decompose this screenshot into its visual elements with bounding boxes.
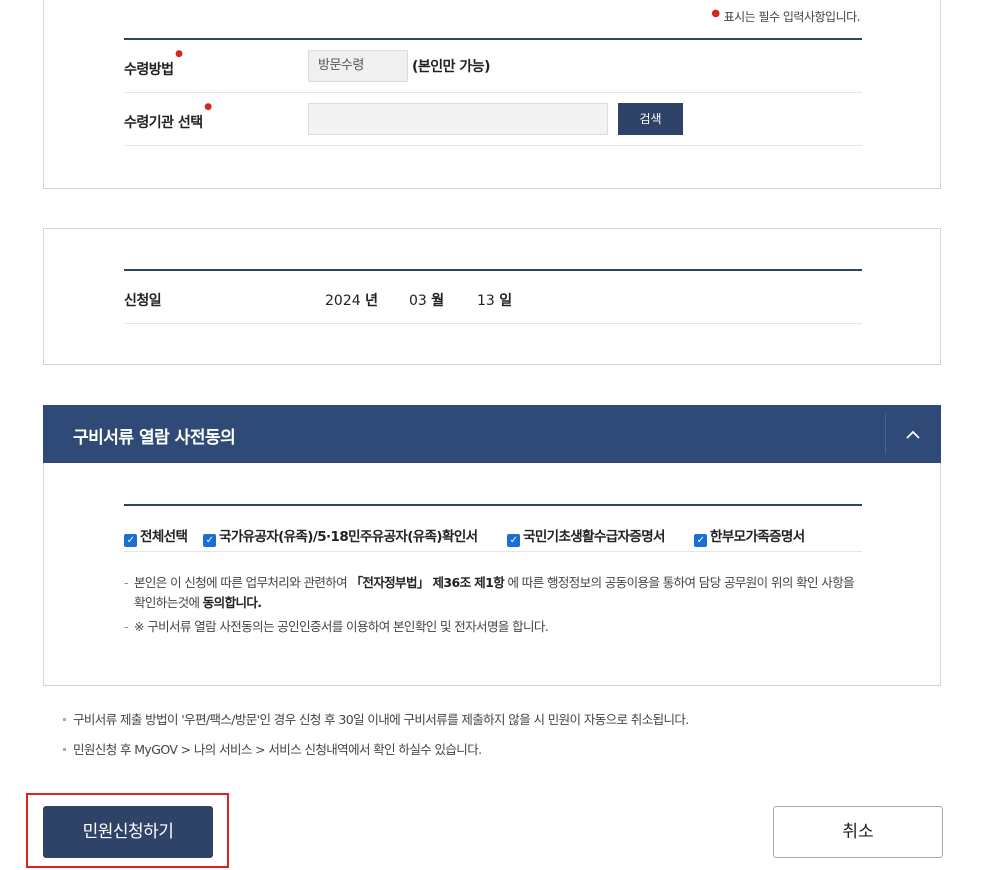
checkbox-checked-icon[interactable]: ✓ xyxy=(507,534,520,547)
checkbox-select-all[interactable]: ✓ 전체선택 xyxy=(124,525,188,547)
search-button[interactable]: 검색 xyxy=(618,103,683,135)
application-date-row: 신청일 2024 년 03 월 13 일 xyxy=(124,271,862,324)
document-checkbox-row: ✓ 전체선택 ✓ 국가유공자(유족)/5·18민주유공자(유족)확인서 ✓ 국민기초생… xyxy=(124,506,862,552)
receipt-method-label: 수령방법 ● xyxy=(124,49,183,79)
date-year: 2024 년 xyxy=(325,290,378,310)
date-month-value: 03 xyxy=(409,293,427,309)
law-reference: 「전자정부법」 제36조 제1항 xyxy=(350,575,505,590)
consent-note-2: ※ 구비서류 열람 사전동의는 공인인증서를 이용하여 본인확인 및 전자서명을… xyxy=(124,617,862,637)
institution-label: 수령기관 선택 ● xyxy=(124,102,212,132)
date-day: 13 일 xyxy=(477,290,512,310)
institution-row: 수령기관 선택 ● 검색 xyxy=(124,93,862,146)
bottom-note-item: 민원신청 후 MyGOV > 나의 서비스 > 서비스 신청내역에서 확인 하실… xyxy=(63,740,689,760)
bottom-note-item: 구비서류 제출 방법이 '우편/팩스/방문'인 경우 신청 후 30일 이내에 … xyxy=(63,710,689,730)
application-date-section: 신청일 2024 년 03 월 13 일 xyxy=(43,228,941,365)
checkbox-label: 한부모가족증명서 xyxy=(710,529,805,545)
date-month-unit: 월 xyxy=(431,293,445,309)
checkbox-checked-icon[interactable]: ✓ xyxy=(203,534,216,547)
checkbox-merit-certificate[interactable]: ✓ 국가유공자(유족)/5·18민주유공자(유족)확인서 xyxy=(203,525,478,547)
date-month: 03 월 xyxy=(409,290,444,310)
checkbox-checked-icon[interactable]: ✓ xyxy=(694,534,707,547)
consent-notes: 본인은 이 신청에 따른 업무처리와 관련하여 「전자정부법」 제36조 제1항… xyxy=(124,573,862,637)
date-day-unit: 일 xyxy=(499,293,513,309)
required-dot-icon: ● xyxy=(711,8,720,19)
checkbox-label: 국민기초생활수급자증명서 xyxy=(523,529,665,545)
consent-section: ✓ 전체선택 ✓ 국가유공자(유족)/5·18민주유공자(유족)확인서 ✓ 국민기초생… xyxy=(43,463,941,686)
consent-agree-text: 동의합니다. xyxy=(202,595,262,610)
checkbox-label: 국가유공자(유족)/5·18민주유공자(유족)확인서 xyxy=(219,529,478,545)
checkbox-checked-icon[interactable]: ✓ xyxy=(124,534,137,547)
receipt-method-note: (본인만 가능) xyxy=(412,59,491,75)
date-day-value: 13 xyxy=(477,293,495,309)
consent-body: ✓ 전체선택 ✓ 국가유공자(유족)/5·18민주유공자(유족)확인서 ✓ 국민기초생… xyxy=(124,504,862,637)
receipt-form: 수령방법 ● 방문수령 (본인만 가능) 수령기관 선택 ● 검색 xyxy=(124,38,862,146)
consent-title: 구비서류 열람 사전동의 xyxy=(73,428,236,448)
consent-note-1: 본인은 이 신청에 따른 업무처리와 관련하여 「전자정부법」 제36조 제1항… xyxy=(124,573,862,613)
date-year-unit: 년 xyxy=(365,293,378,309)
institution-input[interactable] xyxy=(308,103,608,135)
institution-label-text: 수령기관 선택 xyxy=(124,115,203,131)
checkbox-basic-livelihood[interactable]: ✓ 국민기초생활수급자증명서 xyxy=(507,525,665,547)
header-divider xyxy=(885,414,886,454)
receipt-method-field: 방문수령 xyxy=(308,50,408,82)
receipt-method-row: 수령방법 ● 방문수령 (본인만 가능) xyxy=(124,40,862,93)
checkbox-label: 전체선택 xyxy=(140,529,188,545)
receipt-section: ● 표시는 필수 입력사항입니다. 수령방법 ● 방문수령 (본인만 가능) 수령기… xyxy=(43,0,941,189)
bottom-notes: 구비서류 제출 방법이 '우편/팩스/방문'인 경우 신청 후 30일 이내에 … xyxy=(63,710,689,770)
consent-note-text: 본인은 이 신청에 따른 업무처리와 관련하여 xyxy=(134,575,351,590)
application-form: 신청일 2024 년 03 월 13 일 xyxy=(124,269,862,324)
consent-accordion-header[interactable]: 구비서류 열람 사전동의 xyxy=(43,405,941,464)
required-dot-icon: ● xyxy=(204,102,212,112)
chevron-up-icon[interactable] xyxy=(899,419,927,447)
required-notice-text: 표시는 필수 입력사항입니다. xyxy=(723,10,861,24)
application-date-label: 신청일 xyxy=(124,293,162,309)
checkbox-single-parent[interactable]: ✓ 한부모가족증명서 xyxy=(694,525,805,547)
receipt-method-label-text: 수령방법 xyxy=(124,62,174,78)
required-dot-icon: ● xyxy=(175,49,183,59)
required-notice: ● 표시는 필수 입력사항입니다. xyxy=(711,8,860,25)
cancel-button[interactable]: 취소 xyxy=(773,806,943,858)
consent-note-text: ※ 구비서류 열람 사전동의는 공인인증서를 이용하여 본인확인 및 전자서명을… xyxy=(134,619,549,634)
date-year-value: 2024 xyxy=(325,293,361,309)
submit-application-button[interactable]: 민원신청하기 xyxy=(43,806,213,858)
